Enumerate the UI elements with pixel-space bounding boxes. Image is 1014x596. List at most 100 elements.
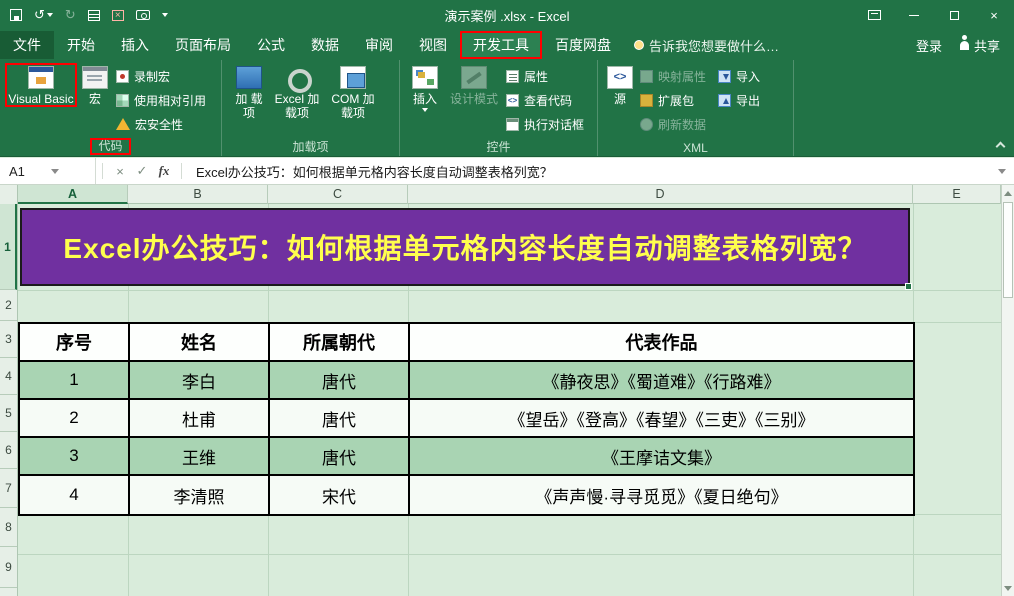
- ribbon-display-options-icon[interactable]: [854, 0, 894, 30]
- qat-customize-caret[interactable]: [161, 13, 168, 17]
- import-button[interactable]: 导入: [715, 66, 763, 86]
- table-icon[interactable]: [87, 9, 100, 21]
- cell-name[interactable]: 李清照: [128, 474, 270, 516]
- cell-no[interactable]: 3: [18, 436, 130, 476]
- export-button[interactable]: 导出: [715, 90, 763, 110]
- column-header-a[interactable]: A: [18, 185, 128, 204]
- cell-name[interactable]: 王维: [128, 436, 270, 476]
- cancel-entry-icon[interactable]: ×: [109, 164, 131, 179]
- addins-button[interactable]: 加 载项: [227, 63, 271, 122]
- cell-dynasty[interactable]: 唐代: [268, 360, 410, 400]
- gridline: [18, 554, 1001, 555]
- row-header-2[interactable]: 2: [0, 290, 17, 321]
- expand-formula-bar-icon[interactable]: [998, 168, 1006, 174]
- redo-icon[interactable]: ↻: [65, 7, 76, 23]
- column-header-c[interactable]: C: [268, 185, 408, 204]
- xml-source-button[interactable]: <> 源: [603, 63, 637, 107]
- column-header-d[interactable]: D: [408, 185, 913, 204]
- header-cell-no[interactable]: 序号: [18, 322, 130, 362]
- tab-data[interactable]: 数据: [298, 31, 352, 59]
- macros-button[interactable]: 宏: [77, 63, 113, 107]
- undo-icon[interactable]: ↺: [34, 7, 53, 23]
- formula-content[interactable]: Excel办公技巧：如何根据单元格内容长度自动调整表格列宽？: [188, 162, 998, 181]
- column-header-b[interactable]: B: [128, 185, 268, 204]
- share-button[interactable]: 共享: [959, 34, 1000, 55]
- refresh-data-button[interactable]: 刷新数据: [637, 114, 709, 134]
- scroll-up-icon[interactable]: [1002, 185, 1014, 201]
- header-cell-works[interactable]: 代表作品: [408, 322, 915, 362]
- tab-view[interactable]: 视图: [406, 31, 460, 59]
- cell-no[interactable]: 2: [18, 398, 130, 438]
- xml-group-label[interactable]: XML: [598, 141, 793, 155]
- excel-addins-button[interactable]: Excel 加载项: [271, 63, 323, 122]
- cell-works[interactable]: 《静夜思》《蜀道难》《行路难》: [408, 360, 915, 400]
- tab-review[interactable]: 审阅: [352, 31, 406, 59]
- cell-name[interactable]: 杜甫: [128, 398, 270, 438]
- tab-formulas[interactable]: 公式: [244, 31, 298, 59]
- row-header-4[interactable]: 4: [0, 358, 17, 395]
- row-header-6[interactable]: 6: [0, 432, 17, 469]
- insert-control-button[interactable]: 插入: [405, 63, 445, 113]
- cell-name[interactable]: 李白: [128, 360, 270, 400]
- cell-works[interactable]: 《王摩诘文集》: [408, 436, 915, 476]
- tell-me-box[interactable]: 告诉我您想要做什么…: [634, 36, 779, 55]
- camera-icon[interactable]: [135, 10, 150, 20]
- row-header-8[interactable]: 8: [0, 508, 17, 547]
- expansion-packs-button[interactable]: 扩展包: [637, 90, 709, 110]
- tab-file[interactable]: 文件: [0, 31, 54, 59]
- fill-handle[interactable]: [905, 283, 912, 290]
- tab-home[interactable]: 开始: [54, 31, 108, 59]
- maximize-icon[interactable]: [934, 0, 974, 30]
- cell-dynasty[interactable]: 唐代: [268, 398, 410, 438]
- table-row: 4 李清照 宋代 《声声慢·寻寻觅觅》《夏日绝句》: [18, 474, 915, 516]
- header-cell-dynasty[interactable]: 所属朝代: [268, 322, 410, 362]
- login-button[interactable]: 登录: [916, 36, 942, 55]
- tab-developer[interactable]: 开发工具: [460, 31, 542, 59]
- run-dialog-button[interactable]: 执行对话框: [503, 114, 587, 134]
- addins-group-label[interactable]: 加载项: [222, 138, 399, 155]
- save-icon[interactable]: [10, 9, 22, 21]
- cell-no[interactable]: 1: [18, 360, 130, 400]
- use-relative-references-button[interactable]: 使用相对引用: [113, 90, 209, 110]
- properties-label: 属性: [524, 69, 549, 84]
- controls-group-label[interactable]: 控件: [400, 138, 597, 155]
- tab-insert[interactable]: 插入: [108, 31, 162, 59]
- row-header-3[interactable]: 3: [0, 321, 17, 358]
- record-macro-button[interactable]: 录制宏: [113, 66, 209, 86]
- cell-works[interactable]: 《声声慢·寻寻觅觅》《夏日绝句》: [408, 474, 915, 516]
- confirm-entry-icon[interactable]: ✓: [131, 163, 153, 179]
- spreadsheet-grid[interactable]: 1 2 3 4 5 6 7 8 9 Excel办公技巧：如何根据单元格内容长度自…: [0, 204, 1001, 596]
- cell-works[interactable]: 《望岳》《登高》《春望》《三吏》《三别》: [408, 398, 915, 438]
- formula-bar-divider-2: [181, 163, 182, 179]
- minimize-icon[interactable]: [894, 0, 934, 30]
- close-icon[interactable]: ×: [974, 0, 1014, 30]
- tab-page-layout[interactable]: 页面布局: [162, 31, 244, 59]
- cell-no[interactable]: 4: [18, 474, 130, 516]
- code-group-label[interactable]: 代码: [0, 138, 221, 155]
- properties-button[interactable]: 属性: [503, 66, 587, 86]
- scroll-down-icon[interactable]: [1002, 580, 1014, 596]
- tab-baidu-netdisk[interactable]: 百度网盘: [542, 31, 624, 59]
- cell-dynasty[interactable]: 唐代: [268, 436, 410, 476]
- row-header-1[interactable]: 1: [0, 204, 17, 290]
- vertical-scrollbar[interactable]: [1001, 185, 1014, 596]
- select-all-corner[interactable]: [0, 185, 18, 204]
- scrollbar-thumb[interactable]: [1003, 202, 1013, 298]
- close-workbook-icon[interactable]: ×: [111, 9, 124, 21]
- collapse-ribbon-icon[interactable]: [995, 141, 1006, 152]
- name-box[interactable]: A1: [0, 158, 96, 184]
- com-addins-button[interactable]: COM 加载项: [323, 63, 383, 122]
- row-header-5[interactable]: 5: [0, 395, 17, 432]
- visual-basic-button[interactable]: Visual Basic: [5, 63, 77, 108]
- cell-dynasty[interactable]: 宋代: [268, 474, 410, 516]
- row-header-9[interactable]: 9: [0, 547, 17, 588]
- insert-function-icon[interactable]: fx: [153, 163, 175, 179]
- column-header-e[interactable]: E: [913, 185, 1001, 204]
- title-banner-cell[interactable]: Excel办公技巧：如何根据单元格内容长度自动调整表格列宽？: [20, 208, 910, 286]
- row-header-7[interactable]: 7: [0, 469, 17, 508]
- view-code-button[interactable]: <> 查看代码: [503, 90, 587, 110]
- macro-security-button[interactable]: 宏安全性: [113, 114, 209, 134]
- design-mode-button[interactable]: 设计模式: [445, 63, 503, 107]
- header-cell-name[interactable]: 姓名: [128, 322, 270, 362]
- map-properties-button[interactable]: 映射属性: [637, 66, 709, 86]
